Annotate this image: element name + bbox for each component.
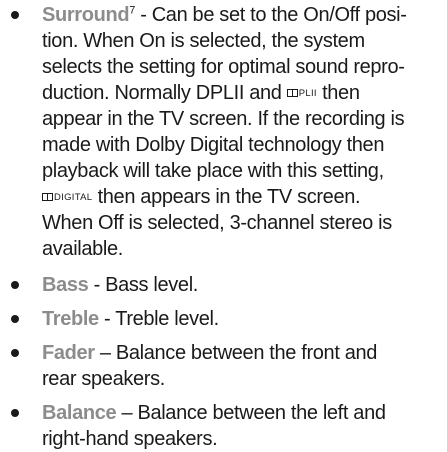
bullet-icon: [11, 315, 19, 323]
dolby-digital-logo: DIGITAL: [42, 193, 92, 203]
bullet-icon: [11, 349, 19, 357]
surround-line-9: When Off is selected, 3-channel stereo i…: [42, 212, 392, 234]
term-bass: Bass: [42, 274, 89, 296]
surround-line-7: playback will take place with this setti…: [42, 160, 384, 182]
surround-line-10: available.: [42, 238, 124, 260]
manual-page: Surround7 - Can be set to the On/Off pos…: [0, 0, 447, 450]
term-surround: Surround: [42, 4, 130, 26]
bass-text: Bass - Bass level.: [42, 274, 199, 296]
dolby-double-d-icon: [286, 89, 298, 97]
surround-line-1: Surround7 - Can be set to the On/Off pos…: [42, 4, 407, 26]
dolby-double-d-icon: [42, 193, 53, 201]
surround-line-6: made with Dolby Digital technology then: [42, 134, 385, 156]
term-balance: Balance: [42, 402, 117, 424]
balance-text: Balance – Balance between the left and r…: [42, 402, 386, 450]
surround-line-8: DIGITAL then appears in the TV screen.: [42, 184, 442, 210]
surround-line-4: duction. Normally DPLII and PLII then: [42, 82, 360, 104]
surround-line-3: selects the setting for optimal sound re…: [42, 56, 405, 78]
surround-text: Surround7 - Can be set to the On/Off pos…: [42, 2, 442, 262]
bullet-icon: [11, 409, 19, 417]
term-fader: Fader: [42, 342, 95, 364]
treble-text: Treble - Treble level.: [42, 308, 219, 330]
surround-line-2: tion. When On is selected, the system: [42, 30, 365, 52]
term-treble: Treble: [42, 308, 99, 330]
dolby-pl2-logo: PLII: [286, 89, 317, 99]
fader-text: Fader – Balance between the front and re…: [42, 342, 378, 390]
bullet-icon: [11, 281, 19, 289]
bullet-icon: [11, 11, 19, 19]
surround-line-5: appear in the TV screen. If the recordin…: [42, 108, 405, 130]
